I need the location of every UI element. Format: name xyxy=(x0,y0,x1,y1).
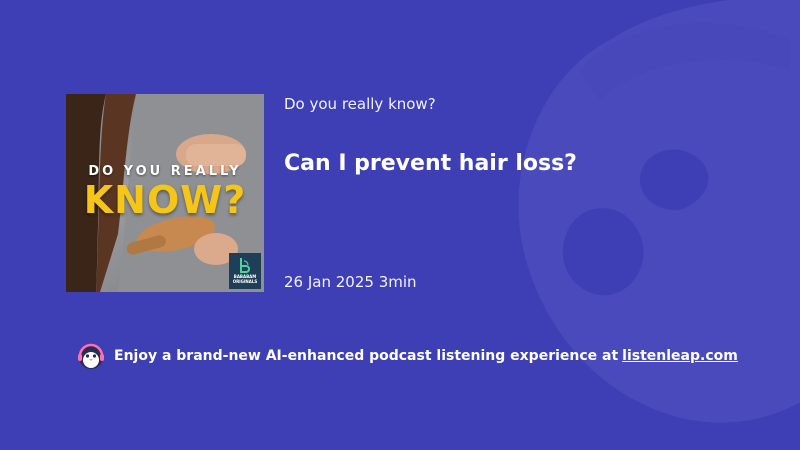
podcast-series-name[interactable]: Do you really know? xyxy=(284,95,436,113)
bababam-logo: BABABAM ORIGINALS xyxy=(229,253,261,289)
cover-title-line2: KNOW? xyxy=(83,178,247,222)
bababam-b-icon xyxy=(240,258,250,273)
background-mascot-icon xyxy=(518,0,800,423)
listenleap-link[interactable]: listenleap.com xyxy=(622,348,738,364)
episode-title[interactable]: Can I prevent hair loss? xyxy=(284,151,577,176)
episode-date: 26 Jan 2025 xyxy=(284,273,374,291)
penguin-headphones-icon xyxy=(78,343,104,369)
cover-title-line1: DO YOU REALLY xyxy=(88,164,242,179)
promo-text: Enjoy a brand-new AI-enhanced podcast li… xyxy=(114,348,619,364)
podcast-cover-art[interactable]: DO YOU REALLY KNOW? BABABAM ORIGINALS xyxy=(66,94,264,292)
episode-duration: 3min xyxy=(378,273,417,291)
promo-footer: Enjoy a brand-new AI-enhanced podcast li… xyxy=(76,341,738,371)
brand-label: BABABAM ORIGINALS xyxy=(232,274,258,284)
episode-meta: 26 Jan 2025 3min xyxy=(284,273,417,291)
